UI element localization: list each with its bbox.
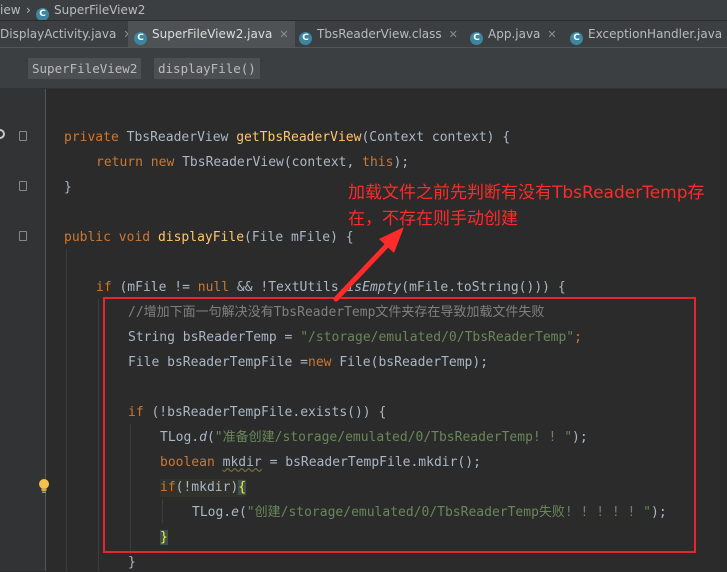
- fold-marker-icon[interactable]: [19, 231, 27, 241]
- close-icon[interactable]: ✕: [449, 28, 458, 41]
- navigation-bar: SuperFileView2 displayFile(): [0, 48, 727, 89]
- code-line: public void displayFile(File mFile) {: [64, 230, 354, 245]
- code-line: if (mFile != null && !TextUtils.isEmpty(…: [96, 280, 566, 295]
- fold-marker-icon[interactable]: [19, 131, 27, 141]
- tab-display-activity[interactable]: DisplayActivity.java✕: [0, 21, 139, 47]
- indent-guide: [66, 249, 67, 571]
- nav-method-crumb[interactable]: displayFile(): [154, 58, 260, 79]
- editor-tabs: DisplayActivity.java✕ CSuperFileView2.ja…: [0, 21, 727, 48]
- tab-label: TbsReaderView.class: [317, 27, 442, 41]
- code-line: }: [128, 555, 136, 570]
- editor-gutter: [0, 89, 46, 571]
- tab-label: DisplayActivity.java: [0, 27, 117, 41]
- breadcrumb-parent[interactable]: iew: [0, 3, 21, 17]
- class-icon: C: [299, 32, 312, 45]
- override-marker-icon[interactable]: [0, 129, 5, 139]
- tab-label: App.java: [488, 27, 541, 41]
- breadcrumb-current-label: SuperFileView2: [54, 3, 146, 17]
- tab-tbs-reader-view[interactable]: C TbsReaderView.class ✕: [293, 21, 464, 47]
- tab-exception-handler[interactable]: CExceptionHandler.java✕: [564, 21, 727, 47]
- breadcrumb-current[interactable]: C SuperFileView2: [36, 3, 146, 20]
- tab-super-file-view2[interactable]: C SuperFileView2.java ✕: [128, 21, 295, 47]
- tab-app[interactable]: C App.java ✕: [464, 21, 563, 47]
- class-icon: C: [470, 32, 483, 45]
- class-icon: C: [36, 8, 49, 20]
- top-breadcrumb-bar: iew › C SuperFileView2: [0, 0, 727, 21]
- highlight-box: [103, 297, 696, 553]
- indent-guide: [98, 299, 99, 571]
- class-icon: C: [570, 32, 583, 45]
- breadcrumb-separator: ›: [26, 3, 31, 17]
- nav-class-crumb[interactable]: SuperFileView2: [28, 58, 142, 79]
- lightbulb-icon[interactable]: [37, 478, 51, 494]
- tab-label: ExceptionHandler.java: [588, 27, 723, 41]
- annotation-callout: 加载文件之前先判断有没有TbsReaderTemp存在，不存在则手动创建: [348, 183, 705, 229]
- tab-label: SuperFileView2.java: [152, 27, 273, 41]
- fold-marker-icon[interactable]: [19, 181, 27, 191]
- close-icon[interactable]: ✕: [279, 28, 288, 41]
- close-icon[interactable]: ✕: [547, 28, 556, 41]
- code-line: private TbsReaderView getTbsReaderView(C…: [64, 130, 511, 145]
- code-line: return new TbsReaderView(context, this);: [96, 155, 410, 170]
- code-line: }: [64, 180, 72, 195]
- class-icon: C: [134, 32, 147, 45]
